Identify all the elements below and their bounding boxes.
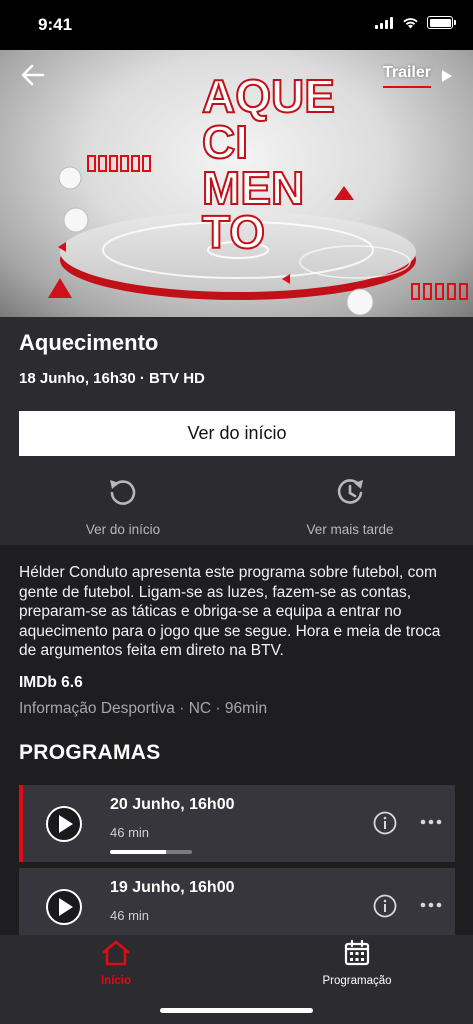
info-icon[interactable] [373, 811, 397, 835]
restart-icon [110, 480, 136, 505]
play-triangle-icon [442, 70, 452, 82]
restart-action-label: Ver do início [85, 522, 161, 537]
programs-section-title: PROGRAMAS [19, 741, 161, 764]
status-bar: 9:41 [0, 0, 473, 50]
watch-later-action-label: Ver mais tarde [306, 522, 394, 537]
home-icon [102, 940, 130, 966]
episode-progress-bar [110, 850, 192, 854]
program-description: Hélder Conduto apresenta este programa s… [19, 564, 441, 659]
program-meta: 18 Junho, 16h30 · BTV HD [19, 370, 205, 387]
wifi-icon [403, 17, 418, 28]
genre-line: Informação Desportiva · NC · 96min [19, 700, 268, 717]
watch-later-icon [337, 479, 363, 504]
details-section: Hélder Conduto apresenta este programa s… [0, 545, 473, 945]
episode-duration: 46 min [110, 908, 150, 923]
hero-logo-line-4: TO [202, 206, 265, 258]
watch-later-action[interactable]: Ver mais tarde [265, 475, 435, 539]
tab-home-label: Início [100, 975, 132, 987]
episode-date: 19 Junho, 16h00 [110, 879, 235, 896]
info-icon[interactable] [373, 894, 397, 918]
episode-card[interactable]: 20 Junho, 16h00 46 min [19, 785, 455, 862]
hero-logo-line-2: CI [202, 116, 248, 168]
back-arrow-icon[interactable] [20, 62, 46, 88]
tab-schedule-label: Programação [322, 975, 392, 987]
more-options-icon[interactable] [419, 817, 443, 827]
play-icon[interactable] [45, 888, 83, 926]
status-icons [375, 16, 456, 29]
tab-schedule[interactable]: Programação [292, 939, 422, 989]
episode-card[interactable]: 19 Junho, 16h00 46 min [19, 868, 455, 945]
episode-duration: 46 min [110, 825, 150, 840]
status-time: 9:41 [38, 15, 73, 34]
more-options-icon[interactable] [419, 900, 443, 910]
trailer-button[interactable]: Trailer [382, 64, 453, 88]
hero-image: AQUE CI MEN TO [0, 50, 473, 317]
play-icon[interactable] [45, 805, 83, 843]
signal-icon [375, 16, 393, 29]
tab-home[interactable]: Início [51, 939, 181, 989]
imdb-rating: IMDb 6.6 [19, 674, 83, 691]
program-date-time: 18 Junho, 16h30 · [19, 370, 150, 387]
home-indicator[interactable] [160, 1008, 313, 1013]
restart-action[interactable]: Ver do início [38, 475, 208, 539]
episode-date: 20 Junho, 16h00 [110, 796, 235, 813]
battery-icon [427, 16, 456, 29]
program-channel: BTV HD [149, 370, 205, 387]
calendar-icon [344, 939, 370, 966]
program-title: Aquecimento [19, 330, 159, 355]
program-info: Aquecimento 18 Junho, 16h30 · BTV HD Ver… [0, 317, 473, 545]
hero-artwork: AQUE CI MEN TO [48, 69, 468, 316]
trailer-label: Trailer [382, 64, 431, 88]
watch-from-start-button[interactable]: Ver do início [19, 411, 455, 456]
episode-progress-fill [110, 850, 166, 854]
hero-logo-line-1: AQUE [202, 70, 335, 122]
